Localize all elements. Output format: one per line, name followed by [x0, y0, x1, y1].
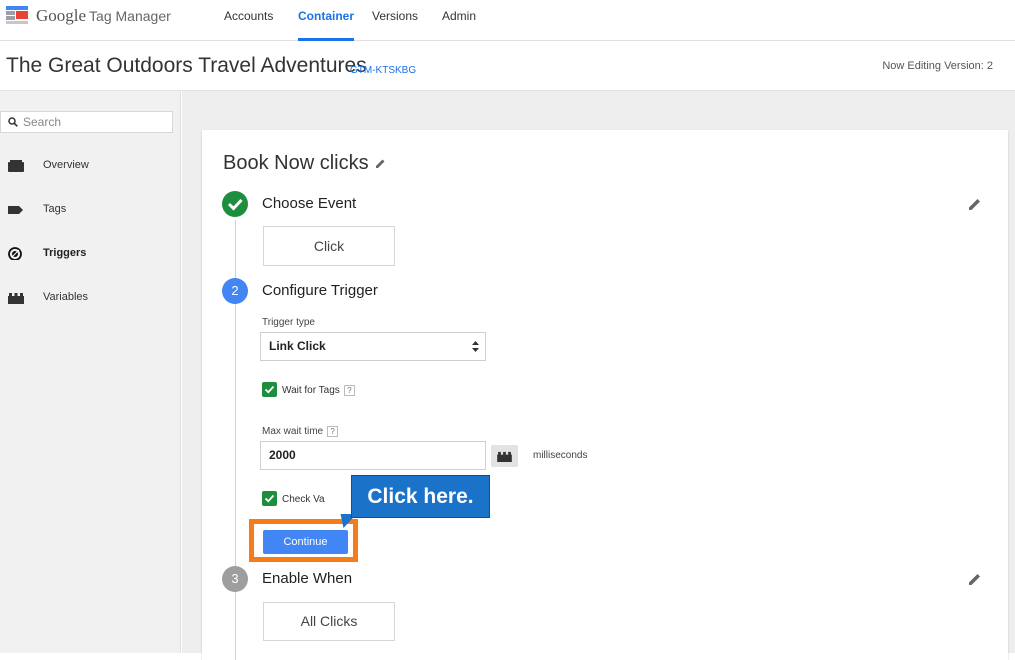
- sidebar-item-overview[interactable]: Overview: [0, 151, 181, 181]
- enable-when-box[interactable]: All Clicks: [263, 602, 395, 641]
- sidebar-item-label: Triggers: [43, 247, 87, 259]
- nav-accounts[interactable]: Accounts: [224, 0, 273, 41]
- search-input[interactable]: Search: [0, 111, 173, 133]
- trigger-editor-card: Book Now clicks Choose Event Click 2 Con…: [202, 130, 1008, 660]
- pencil-icon: [375, 159, 385, 169]
- step-1-title: Choose Event: [262, 195, 357, 212]
- brand-name: Google: [36, 6, 87, 25]
- select-arrows-icon: [472, 341, 479, 352]
- trigger-icon: [8, 247, 22, 260]
- callout-tooltip: Click here.: [351, 475, 490, 518]
- help-icon[interactable]: ?: [327, 426, 339, 437]
- step-2-number: 2: [222, 278, 248, 304]
- check-icon: [264, 385, 275, 394]
- insert-variable-button[interactable]: [491, 445, 518, 467]
- trigger-name[interactable]: Book Now clicks: [223, 152, 386, 175]
- unit-label: milliseconds: [533, 450, 588, 461]
- check-validation-checkbox[interactable]: [262, 491, 277, 506]
- version-status: Now Editing Version: 2: [882, 60, 993, 72]
- sidebar-item-label: Tags: [43, 203, 67, 215]
- sidebar: Search Overview Tags Triggers Variables: [0, 91, 181, 653]
- search-placeholder: Search: [23, 115, 62, 129]
- max-wait-row: Max wait time?: [262, 426, 339, 438]
- step-1-check-icon: [222, 191, 248, 217]
- nav-admin[interactable]: Admin: [442, 0, 476, 41]
- product-name: Tag Manager: [89, 8, 171, 24]
- trigger-type-select[interactable]: Link Click: [260, 332, 486, 361]
- step-3-number: 3: [222, 566, 248, 592]
- variables-icon: [8, 293, 24, 304]
- help-icon[interactable]: ?: [343, 385, 355, 396]
- sidebar-item-tags[interactable]: Tags: [0, 195, 181, 225]
- trigger-name-text: Book Now clicks: [223, 152, 369, 174]
- search-icon: [8, 117, 18, 127]
- container-id-link[interactable]: GTM-KTSKBG: [350, 65, 416, 76]
- overview-icon: [8, 160, 24, 172]
- check-icon: [264, 494, 275, 503]
- check-validation-label: Check Va: [282, 494, 325, 505]
- wait-for-tags-row: Wait for Tags?: [282, 385, 355, 396]
- nav-container[interactable]: Container: [298, 0, 355, 41]
- max-wait-input[interactable]: 2000: [260, 441, 486, 470]
- sidebar-item-label: Overview: [43, 159, 89, 171]
- continue-button[interactable]: Continue: [263, 530, 348, 554]
- brand-logo[interactable]: Google Tag Manager: [36, 6, 171, 26]
- max-wait-label: Max wait time: [262, 426, 324, 438]
- step-2-title: Configure Trigger: [262, 282, 378, 299]
- variables-icon: [497, 451, 512, 462]
- tag-icon: [8, 206, 23, 214]
- container-name: The Great Outdoors Travel Adventures: [6, 54, 367, 77]
- edit-step-3-icon[interactable]: [968, 572, 982, 586]
- container-header: The Great Outdoors Travel Adventures GTM…: [0, 41, 1015, 91]
- wait-for-tags-checkbox[interactable]: [262, 382, 277, 397]
- sidebar-item-triggers[interactable]: Triggers: [0, 239, 181, 269]
- event-type-box[interactable]: Click: [263, 226, 395, 266]
- gtm-logo-icon: [6, 6, 28, 24]
- step-3-title: Enable When: [262, 570, 353, 587]
- trigger-type-value: Link Click: [269, 339, 326, 353]
- sidebar-item-label: Variables: [43, 291, 89, 303]
- trigger-type-label: Trigger type: [262, 317, 315, 328]
- top-bar: Google Tag Manager Accounts Container Ver…: [0, 0, 1015, 41]
- sidebar-item-variables[interactable]: Variables: [0, 283, 181, 313]
- edit-step-1-icon[interactable]: [968, 197, 982, 211]
- wait-for-tags-label: Wait for Tags: [282, 385, 340, 397]
- nav-versions[interactable]: Versions: [372, 0, 418, 41]
